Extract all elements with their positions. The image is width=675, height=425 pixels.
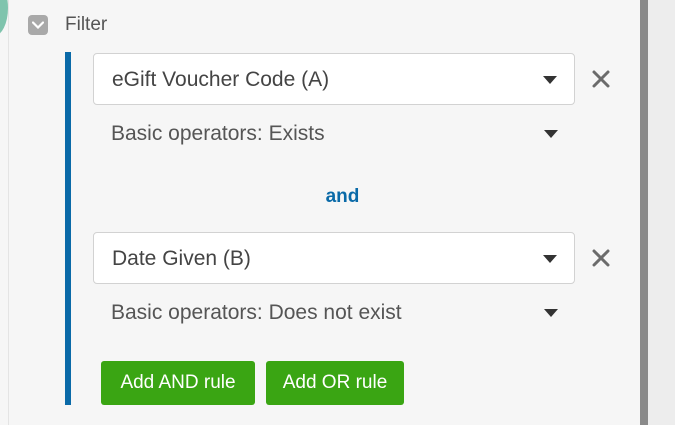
background-shape bbox=[0, 0, 8, 36]
operator-select-rule-1[interactable]: Basic operators: Exists bbox=[93, 113, 575, 153]
add-or-rule-button[interactable]: Add OR rule bbox=[266, 361, 404, 405]
remove-rule-1-button[interactable] bbox=[590, 68, 612, 90]
panel-edge bbox=[648, 0, 675, 425]
filter-title: Filter bbox=[65, 14, 108, 35]
connector-label: and bbox=[325, 186, 360, 207]
field-select-value: Date Given (B) bbox=[112, 247, 251, 270]
field-select-rule-2[interactable]: Date Given (B) bbox=[93, 232, 575, 284]
chevron-down-icon bbox=[544, 309, 558, 317]
operator-select-rule-2[interactable]: Basic operators: Does not exist bbox=[93, 292, 575, 332]
field-select-rule-1[interactable]: eGift Voucher Code (A) bbox=[93, 53, 575, 105]
chevron-down-icon bbox=[543, 255, 557, 263]
close-icon bbox=[592, 70, 610, 88]
add-and-rule-button[interactable]: Add AND rule bbox=[101, 361, 255, 405]
filter-checkbox[interactable] bbox=[28, 15, 48, 35]
chevron-down-icon bbox=[543, 76, 557, 84]
remove-rule-2-button[interactable] bbox=[590, 247, 612, 269]
scrollbar[interactable] bbox=[640, 0, 648, 425]
operator-select-value: Basic operators: Exists bbox=[111, 122, 325, 145]
operator-select-value: Basic operators: Does not exist bbox=[111, 301, 402, 324]
filter-header: Filter bbox=[28, 14, 107, 36]
field-select-value: eGift Voucher Code (A) bbox=[112, 68, 330, 91]
chevron-down-icon bbox=[544, 130, 558, 138]
chevron-down-icon bbox=[32, 21, 44, 29]
rule-group-bar bbox=[65, 52, 71, 405]
close-icon bbox=[592, 249, 610, 267]
